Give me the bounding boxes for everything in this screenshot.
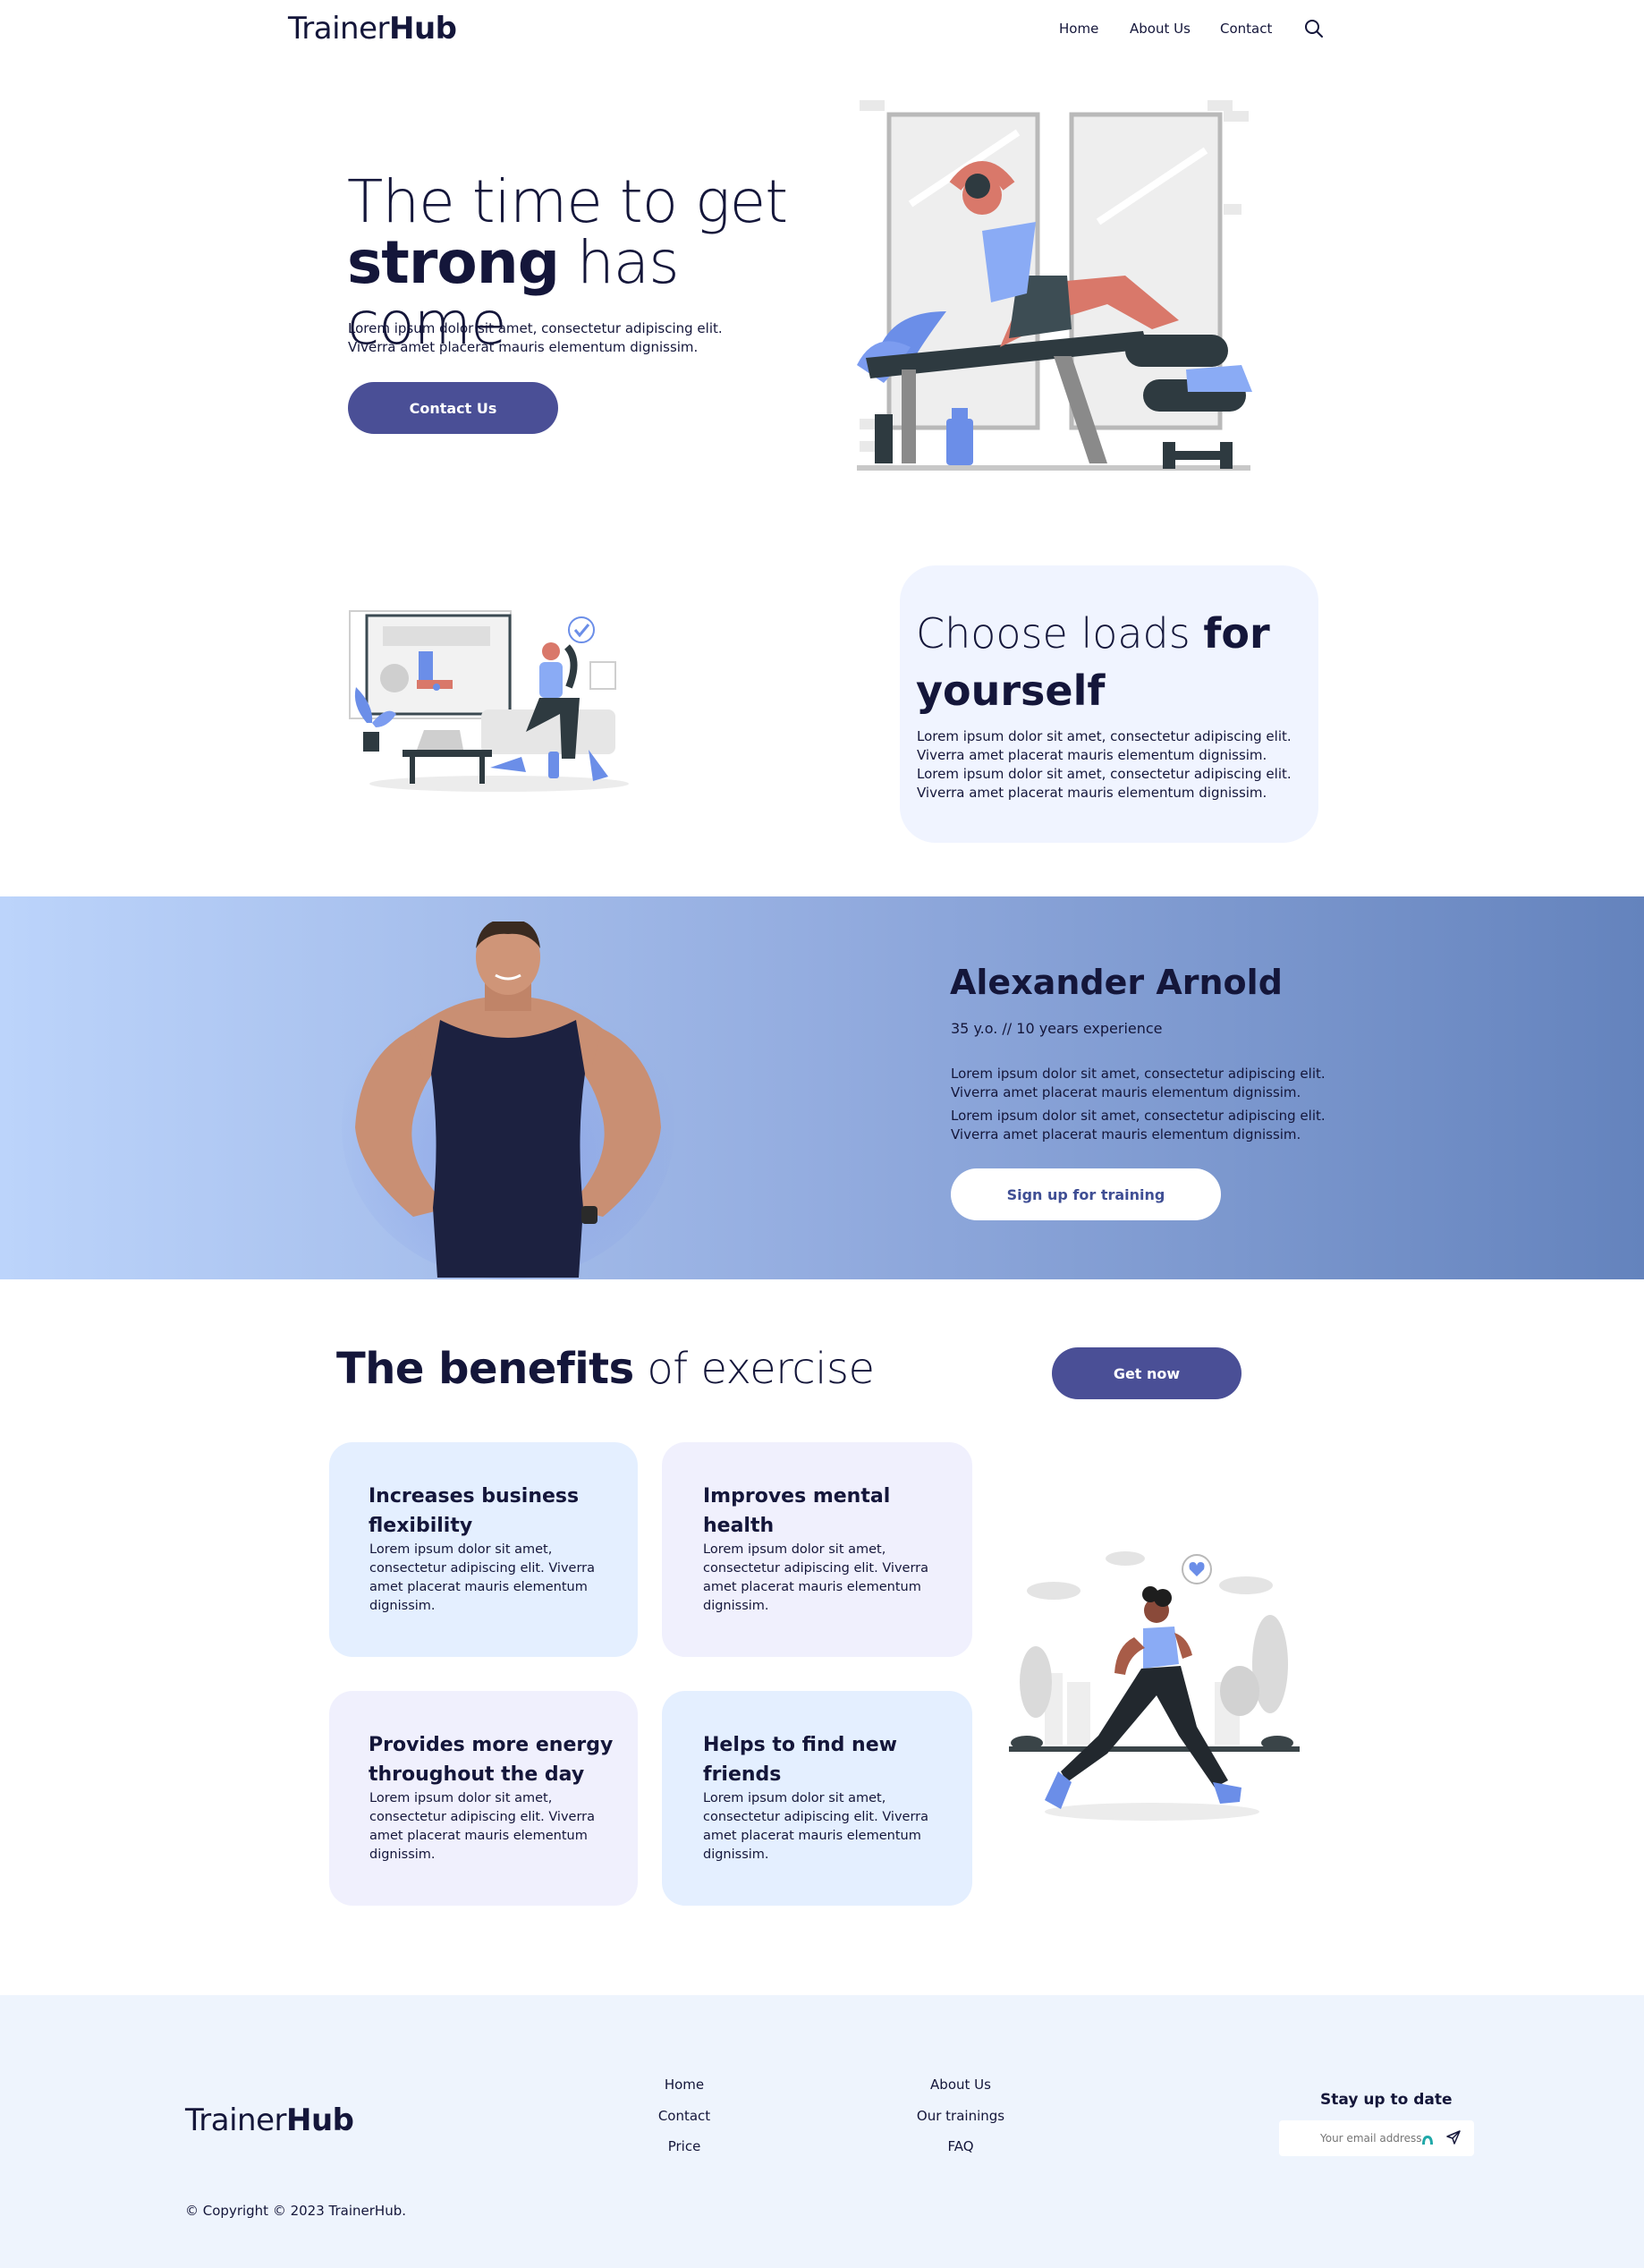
runner-illustration [1009, 1548, 1304, 1825]
footer-link-home[interactable]: Home [626, 2077, 742, 2093]
benefit-card-text: Lorem ipsum dolor sit amet, consectetur … [369, 1541, 629, 1616]
loads-title: Choose loads for yourself [916, 605, 1301, 719]
send-icon[interactable] [1445, 2129, 1462, 2145]
trainer-text-line: Viverra amet placerat mauris elementum d… [951, 1126, 1301, 1142]
benefits-title-light: of exercise [633, 1344, 875, 1394]
trainer-band [0, 896, 1644, 1279]
copyright-text: © Copyright © 2023 TrainerHub. [185, 2203, 407, 2219]
sign-up-training-button[interactable]: Sign up for training [951, 1168, 1221, 1220]
loads-title-bold-2: yourself [916, 667, 1106, 715]
loads-title-bold-1: for [1203, 609, 1270, 658]
trainer-name: Alexander Arnold [950, 963, 1283, 1002]
loads-text-line: Viverra amet placerat mauris elementum d… [917, 747, 1267, 763]
hero-text-line1: Lorem ipsum dolor sit amet, consectetur … [348, 320, 723, 336]
footer-logo-light: Trainer [185, 2102, 286, 2138]
search-icon[interactable] [1304, 19, 1324, 38]
card-text-line: Lorem ipsum dolor sit amet, [369, 1791, 553, 1805]
card-text-line: Lorem ipsum dolor sit amet, [703, 1542, 886, 1557]
benefit-card-text: Lorem ipsum dolor sit amet, consectetur … [703, 1789, 962, 1865]
home-workout-illustration [347, 598, 638, 794]
trainer-photo [342, 919, 674, 1279]
card-text-line: consectetur adipiscing elit. Viverra [703, 1561, 929, 1576]
trainer-meta: 35 y.o. // 10 years experience [951, 1020, 1163, 1037]
trainer-text-line: Lorem ipsum dolor sit amet, consectetur … [951, 1066, 1326, 1082]
card-text-line: consectetur adipiscing elit. Viverra [703, 1810, 929, 1824]
loads-title-light: Choose loads [916, 609, 1204, 658]
email-box [1279, 2120, 1474, 2156]
hero-text: Lorem ipsum dolor sit amet, consectetur … [348, 319, 759, 357]
footer-link-contact[interactable]: Contact [626, 2108, 742, 2124]
benefit-card-title: Provides more energy throughout the day [369, 1730, 637, 1789]
card-text-line: amet placerat mauris elementum [703, 1829, 921, 1843]
hero-text-line2: Viverra amet placerat mauris elementum d… [348, 339, 699, 355]
benefit-card-title: Helps to find new friends [703, 1730, 962, 1789]
card-title-line: friends [703, 1763, 782, 1786]
hero-title-line1: The time to get [347, 167, 788, 236]
benefit-card-title: Improves mental health [703, 1482, 962, 1541]
trainer-text: Lorem ipsum dolor sit amet, consectetur … [951, 1065, 1362, 1144]
card-text-line: consectetur adipiscing elit. Viverra [369, 1810, 596, 1824]
footer-link-about-us[interactable]: About Us [898, 2077, 1023, 2093]
card-title-line: health [703, 1515, 775, 1537]
footer-link-price[interactable]: Price [626, 2138, 742, 2154]
header-logo[interactable]: TrainerHub [288, 11, 457, 47]
nav-about-us[interactable]: About Us [1130, 21, 1191, 37]
logo-bold-text: Hub [388, 11, 457, 47]
loads-text: Lorem ipsum dolor sit amet, consectetur … [917, 727, 1310, 803]
benefits-title-bold: The benefits [336, 1344, 634, 1394]
sit-up-illustration [848, 97, 1259, 481]
email-input[interactable] [1320, 2130, 1428, 2146]
newsletter-title: Stay up to date [1320, 2091, 1453, 2109]
benefit-card-text: Lorem ipsum dolor sit amet, consectetur … [703, 1541, 962, 1616]
loads-text-line: Lorem ipsum dolor sit amet, consectetur … [917, 766, 1292, 782]
hero-title-bold: strong [347, 228, 560, 297]
card-text-line: consectetur adipiscing elit. Viverra [369, 1561, 596, 1576]
card-text-line: Lorem ipsum dolor sit amet, [369, 1542, 553, 1557]
contact-us-button[interactable]: Contact Us [348, 382, 558, 434]
nav-contact[interactable]: Contact [1220, 21, 1272, 37]
card-title-line: Improves mental [703, 1485, 891, 1508]
card-title-line: Helps to find new [703, 1734, 897, 1756]
password-manager-icon[interactable] [1420, 2132, 1435, 2146]
card-title-line: Provides more energy [369, 1734, 614, 1756]
card-text-line: amet placerat mauris elementum [369, 1580, 588, 1594]
nav-home[interactable]: Home [1059, 21, 1098, 37]
footer-link-our-trainings[interactable]: Our trainings [898, 2108, 1023, 2124]
card-text-line: dignissim. [369, 1848, 436, 1862]
trainer-text-line: Lorem ipsum dolor sit amet, consectetur … [951, 1108, 1326, 1124]
footer-logo-bold: Hub [285, 2102, 354, 2138]
get-now-button[interactable]: Get now [1052, 1347, 1241, 1399]
benefit-card-title: Increases business flexibility [369, 1482, 628, 1541]
loads-text-line: Viverra amet placerat mauris elementum d… [917, 785, 1267, 801]
card-title-line: flexibility [369, 1515, 473, 1537]
footer-link-faq[interactable]: FAQ [898, 2138, 1023, 2154]
card-text-line: amet placerat mauris elementum [369, 1829, 588, 1843]
card-text-line: Lorem ipsum dolor sit amet, [703, 1791, 886, 1805]
card-text-line: amet placerat mauris elementum [703, 1580, 921, 1594]
footer-logo[interactable]: TrainerHub [185, 2102, 354, 2138]
logo-light-text: Trainer [288, 11, 389, 47]
card-text-line: dignissim. [703, 1599, 769, 1613]
card-title-line: Increases business [369, 1485, 580, 1508]
loads-text-line: Lorem ipsum dolor sit amet, consectetur … [917, 728, 1292, 744]
card-title-line: throughout the day [369, 1763, 585, 1786]
benefits-title: The benefits of exercise [336, 1344, 875, 1394]
card-text-line: dignissim. [369, 1599, 436, 1613]
trainer-text-line: Viverra amet placerat mauris elementum d… [951, 1084, 1301, 1100]
card-text-line: dignissim. [703, 1848, 769, 1862]
benefit-card-text: Lorem ipsum dolor sit amet, consectetur … [369, 1789, 629, 1865]
